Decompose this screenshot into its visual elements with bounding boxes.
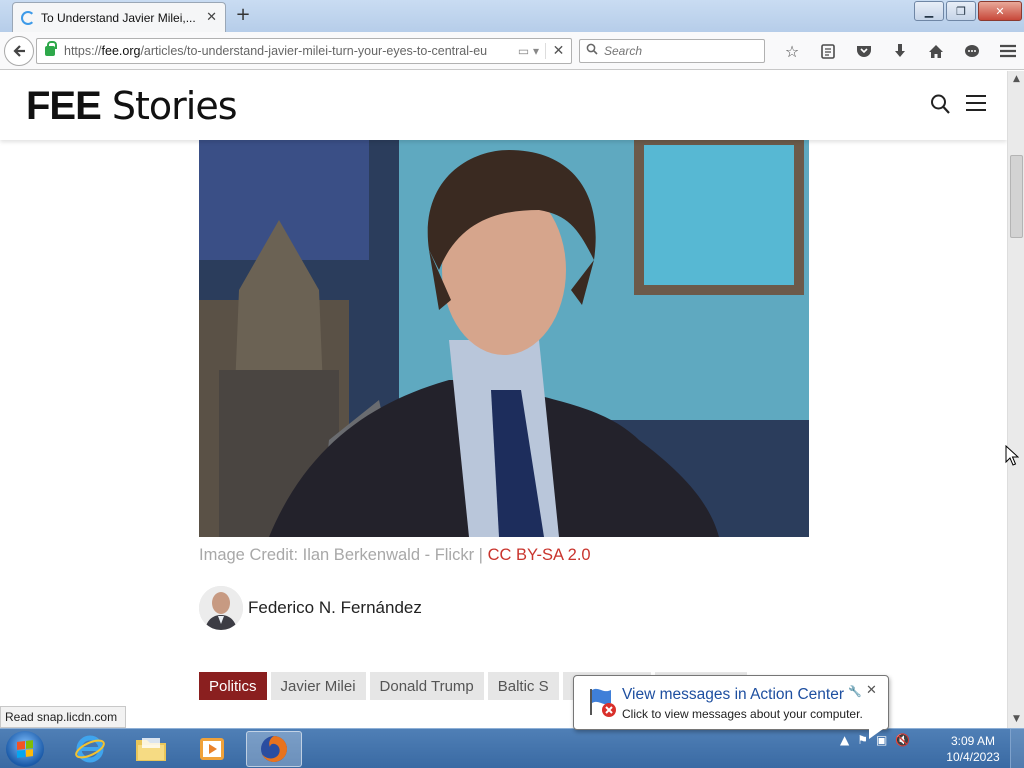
scroll-down-arrow-icon[interactable]: ▼: [1008, 711, 1024, 728]
hamburger-menu-icon[interactable]: [990, 40, 1024, 62]
url-prefix: https://: [64, 44, 102, 58]
url-path: /articles/to-understand-javier-milei-tur…: [140, 44, 488, 58]
search-box[interactable]: [579, 39, 765, 63]
toolbar-icons: ☆: [774, 40, 1024, 62]
pocket-icon[interactable]: [846, 40, 882, 62]
firefox-icon: [261, 736, 287, 762]
navigation-toolbar: https://fee.org/articles/to-understand-j…: [0, 32, 1024, 70]
show-hidden-icons-icon[interactable]: ▲: [840, 733, 849, 747]
license-link[interactable]: CC BY-SA 2.0: [488, 546, 591, 564]
url-text[interactable]: https://fee.org/articles/to-understand-j…: [64, 44, 512, 58]
tab-close-icon[interactable]: ✕: [206, 10, 217, 25]
loading-icon: [21, 10, 35, 25]
back-button[interactable]: [4, 36, 34, 66]
logo-fee: FEE: [26, 84, 102, 128]
media-player-taskbar-button[interactable]: [184, 731, 240, 767]
vertical-scrollbar[interactable]: ▲ ▼: [1007, 71, 1024, 728]
site-search-icon[interactable]: [930, 93, 950, 115]
site-logo[interactable]: FEE Stories: [26, 84, 238, 129]
author-name[interactable]: Federico N. Fernández: [248, 598, 422, 618]
file-explorer-taskbar-button[interactable]: [123, 731, 179, 767]
url-domain: fee.org: [101, 44, 141, 58]
folder-icon: [136, 738, 166, 761]
address-bar[interactable]: https://fee.org/articles/to-understand-j…: [36, 38, 572, 64]
tab-title: To Understand Javier Milei,...: [41, 10, 196, 25]
new-tab-button[interactable]: +: [233, 5, 253, 25]
site-menu-icon[interactable]: [966, 95, 986, 111]
logo-stories: Stories: [100, 84, 238, 128]
window-controls: ▁ ❐ ✕: [912, 1, 1022, 21]
mouse-cursor-icon: [1005, 445, 1019, 466]
scroll-up-arrow-icon[interactable]: ▲: [1008, 71, 1024, 88]
windows-logo-icon: [17, 740, 33, 758]
search-icon: [586, 43, 598, 59]
author-avatar[interactable]: [199, 586, 243, 630]
minimize-button[interactable]: ▁: [914, 1, 944, 21]
clock-date: 10/4/2023: [946, 750, 1000, 764]
start-button[interactable]: [6, 731, 44, 767]
site-header: FEE Stories: [0, 71, 1007, 140]
notification-close-icon[interactable]: ✕: [866, 683, 877, 698]
home-icon[interactable]: [918, 40, 954, 62]
back-arrow-icon: [13, 45, 25, 57]
tag-javier-milei[interactable]: Javier Milei: [270, 672, 366, 700]
scroll-thumb[interactable]: [1010, 155, 1023, 238]
article-hero-image: [199, 140, 809, 537]
status-bar: Read snap.licdn.com: [0, 706, 127, 728]
media-player-icon: [200, 738, 224, 760]
close-window-button[interactable]: ✕: [978, 1, 1022, 21]
notification-title[interactable]: View messages in Action Center: [622, 686, 844, 704]
image-credit-caption: Image Credit: Ilan Berkenwald - Flickr |…: [199, 546, 591, 565]
show-desktop-button[interactable]: [1010, 729, 1024, 768]
reader-view-icon[interactable]: ▭ ▾: [518, 44, 539, 58]
maximize-button[interactable]: ❐: [946, 1, 976, 21]
chat-icon[interactable]: [954, 40, 990, 62]
tag-baltic-states[interactable]: Baltic S: [487, 672, 559, 700]
firefox-taskbar-button[interactable]: [246, 731, 302, 767]
internet-explorer-icon: [75, 735, 105, 763]
stop-loading-button[interactable]: ✕: [545, 43, 571, 59]
clock-time: 3:09 AM: [950, 734, 996, 748]
download-icon[interactable]: [882, 40, 918, 62]
browser-tab[interactable]: To Understand Javier Milei,... ✕: [12, 2, 226, 32]
author-byline[interactable]: Federico N. Fernández: [199, 586, 422, 630]
caption-credit-text: Image Credit: Ilan Berkenwald - Flickr |: [199, 546, 488, 564]
taskbar-clock[interactable]: 3:09 AM 10/4/2023: [940, 733, 1006, 765]
search-input[interactable]: [604, 44, 754, 58]
wrench-icon[interactable]: 🔧: [848, 685, 862, 698]
action-center-notification[interactable]: View messages in Action Center Click to …: [573, 675, 889, 739]
action-center-flag-error-icon: [590, 688, 616, 717]
internet-explorer-taskbar-button[interactable]: [62, 731, 118, 767]
bookmark-star-icon[interactable]: ☆: [774, 40, 810, 62]
tag-politics[interactable]: Politics: [199, 672, 267, 700]
reading-list-icon[interactable]: [810, 40, 846, 62]
action-center-flag-icon[interactable]: ⚑: [857, 733, 868, 747]
window-titlebar: To Understand Javier Milei,... ✕ + ▁ ❐ ✕: [0, 0, 1024, 32]
page-viewport: FEE Stories Image Credit: Ilan Berkenwal…: [0, 71, 1007, 728]
notification-text: Click to view messages about your comput…: [622, 707, 863, 721]
tag-donald-trump[interactable]: Donald Trump: [369, 672, 484, 700]
lock-icon: [45, 41, 57, 56]
volume-muted-icon[interactable]: 🔇: [895, 733, 910, 747]
